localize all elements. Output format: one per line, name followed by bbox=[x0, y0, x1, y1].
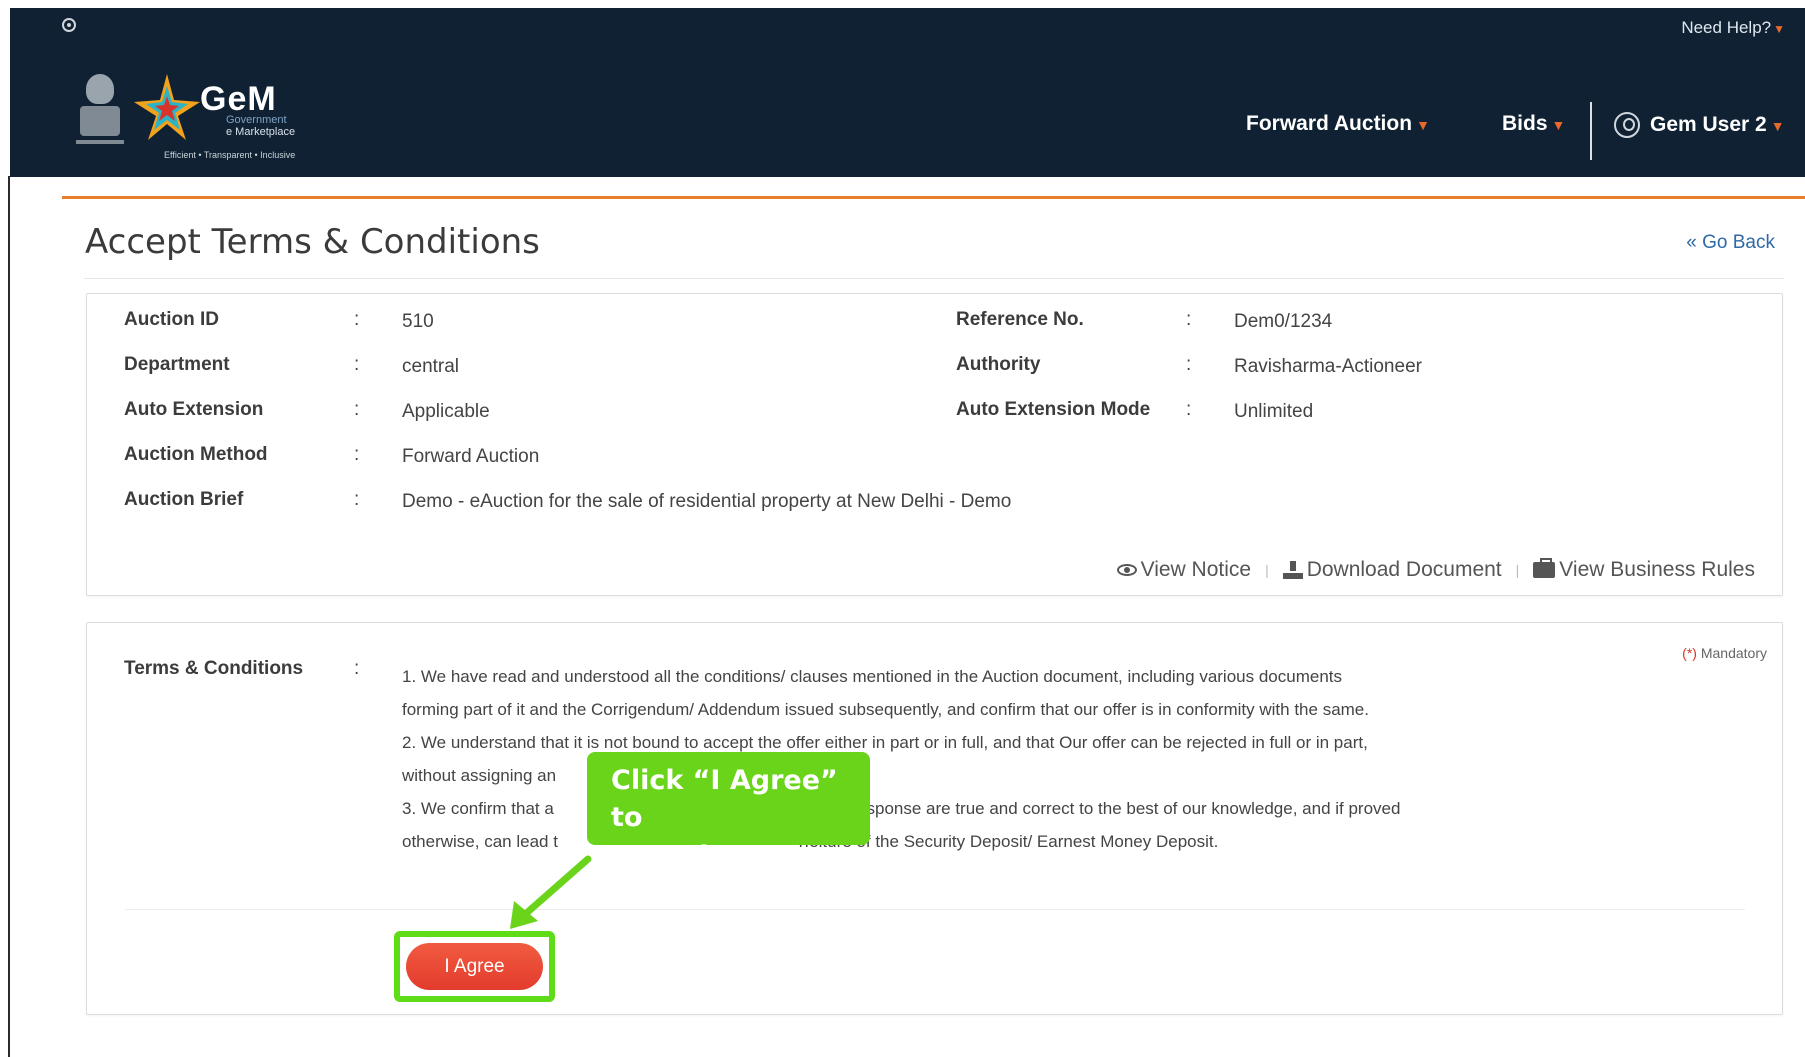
view-business-rules-label: View Business Rules bbox=[1559, 558, 1755, 581]
top-header: Need Help? ▼ GeM Government e Marketplace… bbox=[10, 8, 1805, 177]
link-separator: | bbox=[1265, 562, 1269, 578]
mandatory-star: (*) bbox=[1682, 645, 1697, 661]
authority-label: Authority bbox=[956, 354, 1041, 375]
terms-line: otherwise, can lead t rfeiture of the Se… bbox=[402, 832, 1219, 851]
auction-details-panel bbox=[86, 293, 1783, 596]
nav-forward-auction-label: Forward Auction bbox=[1246, 112, 1413, 135]
briefcase-icon bbox=[1533, 558, 1556, 579]
nav-user-menu[interactable]: Gem User 2 ▼ bbox=[1614, 112, 1785, 138]
download-icon bbox=[1282, 561, 1303, 580]
terms-line: 1. We have read and understood all the c… bbox=[402, 667, 1342, 686]
nav-bids-label: Bids bbox=[1502, 112, 1548, 135]
colon: : bbox=[1186, 309, 1192, 330]
callout-line-2: accept. bbox=[611, 839, 723, 870]
terms-line: 2. We understand that it is not bound to… bbox=[402, 733, 1368, 752]
department-label: Department bbox=[124, 354, 230, 375]
agree-button-highlight: I Agree bbox=[394, 931, 555, 1002]
mandatory-note: (*) Mandatory bbox=[1682, 645, 1767, 661]
department-value: central bbox=[402, 356, 460, 377]
link-separator: | bbox=[1515, 562, 1520, 578]
auto-extension-mode-value: Unlimited bbox=[1234, 401, 1314, 422]
logo-subtitle-2: e Marketplace bbox=[226, 126, 296, 138]
terms-line: without assigning an bbox=[402, 766, 557, 785]
page: Need Help? ▼ GeM Government e Marketplace… bbox=[0, 0, 1805, 1057]
national-emblem-icon bbox=[76, 74, 124, 144]
go-back-link[interactable]: « Go Back bbox=[1686, 232, 1775, 254]
colon: : bbox=[354, 354, 360, 375]
authority-value: Ravisharma-Actioneer bbox=[1234, 356, 1422, 377]
auction-method-value: Forward Auction bbox=[402, 446, 540, 467]
terms-divider bbox=[125, 909, 1745, 910]
user-icon bbox=[1614, 112, 1640, 138]
colon: : bbox=[354, 489, 360, 510]
need-help-link[interactable]: Need Help? ▼ bbox=[1681, 18, 1785, 38]
need-help-label: Need Help? bbox=[1681, 18, 1772, 37]
chevron-down-icon: ▼ bbox=[1770, 118, 1785, 134]
view-notice-label: View Notice bbox=[1140, 558, 1252, 581]
title-divider bbox=[84, 278, 1784, 279]
reference-no-value: Dem0/1234 bbox=[1234, 311, 1333, 332]
auto-extension-label: Auto Extension bbox=[124, 399, 264, 420]
gem-logo[interactable]: GeM Government e Marketplace Efficient •… bbox=[76, 68, 336, 160]
tutorial-callout: Click “I Agree” to accept. bbox=[587, 752, 870, 870]
chevron-down-icon: ▼ bbox=[1551, 117, 1566, 133]
colon: : bbox=[354, 309, 360, 330]
terms-text: 1. We have read and understood all the c… bbox=[402, 660, 1612, 858]
nav-divider bbox=[1590, 102, 1592, 160]
auction-brief-label: Auction Brief bbox=[124, 489, 244, 510]
reference-no-label: Reference No. bbox=[956, 309, 1084, 330]
document-links: View Notice | Download Document | View B… bbox=[1116, 558, 1755, 582]
window-edge bbox=[8, 176, 10, 1057]
clock-icon bbox=[62, 18, 76, 32]
download-document-label: Download Document bbox=[1306, 558, 1502, 581]
nav-user-label: Gem User 2 bbox=[1650, 113, 1767, 136]
page-title: Accept Terms & Conditions bbox=[85, 222, 540, 262]
logo-tagline: Efficient • Transparent • Inclusive bbox=[164, 150, 296, 160]
auction-id-label: Auction ID bbox=[124, 309, 219, 330]
colon: : bbox=[1186, 354, 1192, 375]
terms-label: Terms & Conditions bbox=[124, 658, 304, 679]
colon: : bbox=[354, 658, 360, 679]
terms-line: 3. We confirm that a of the response are… bbox=[402, 799, 1401, 818]
logo-subtitle-1: Government bbox=[226, 114, 287, 126]
auction-method-label: Auction Method bbox=[124, 444, 268, 465]
chevron-down-icon: ▼ bbox=[1416, 117, 1430, 133]
callout-line-1: Click “I Agree” to bbox=[611, 765, 838, 833]
nav-bids[interactable]: Bids ▼ bbox=[1502, 112, 1565, 136]
view-business-rules-link[interactable]: View Business Rules bbox=[1533, 558, 1755, 582]
auto-extension-value: Applicable bbox=[402, 401, 490, 422]
chevron-down-icon: ▼ bbox=[1773, 22, 1785, 36]
mandatory-text: Mandatory bbox=[1696, 645, 1767, 661]
i-agree-button[interactable]: I Agree bbox=[406, 943, 543, 990]
download-document-link[interactable]: Download Document bbox=[1282, 558, 1502, 582]
auction-id-value: 510 bbox=[402, 311, 434, 332]
auction-brief-value: Demo - eAuction for the sale of resident… bbox=[402, 491, 1012, 512]
terms-line: forming part of it and the Corrigendum/ … bbox=[402, 700, 1369, 719]
eye-icon bbox=[1116, 564, 1137, 577]
callout-arrow-icon bbox=[510, 855, 592, 929]
nav-forward-auction[interactable]: Forward Auction ▼ bbox=[1246, 112, 1430, 136]
colon: : bbox=[354, 444, 360, 465]
colon: : bbox=[354, 399, 360, 420]
gem-star-icon bbox=[134, 74, 200, 140]
auto-extension-mode-label: Auto Extension Mode bbox=[956, 399, 1151, 420]
view-notice-link[interactable]: View Notice bbox=[1116, 558, 1252, 582]
colon: : bbox=[1186, 399, 1192, 420]
